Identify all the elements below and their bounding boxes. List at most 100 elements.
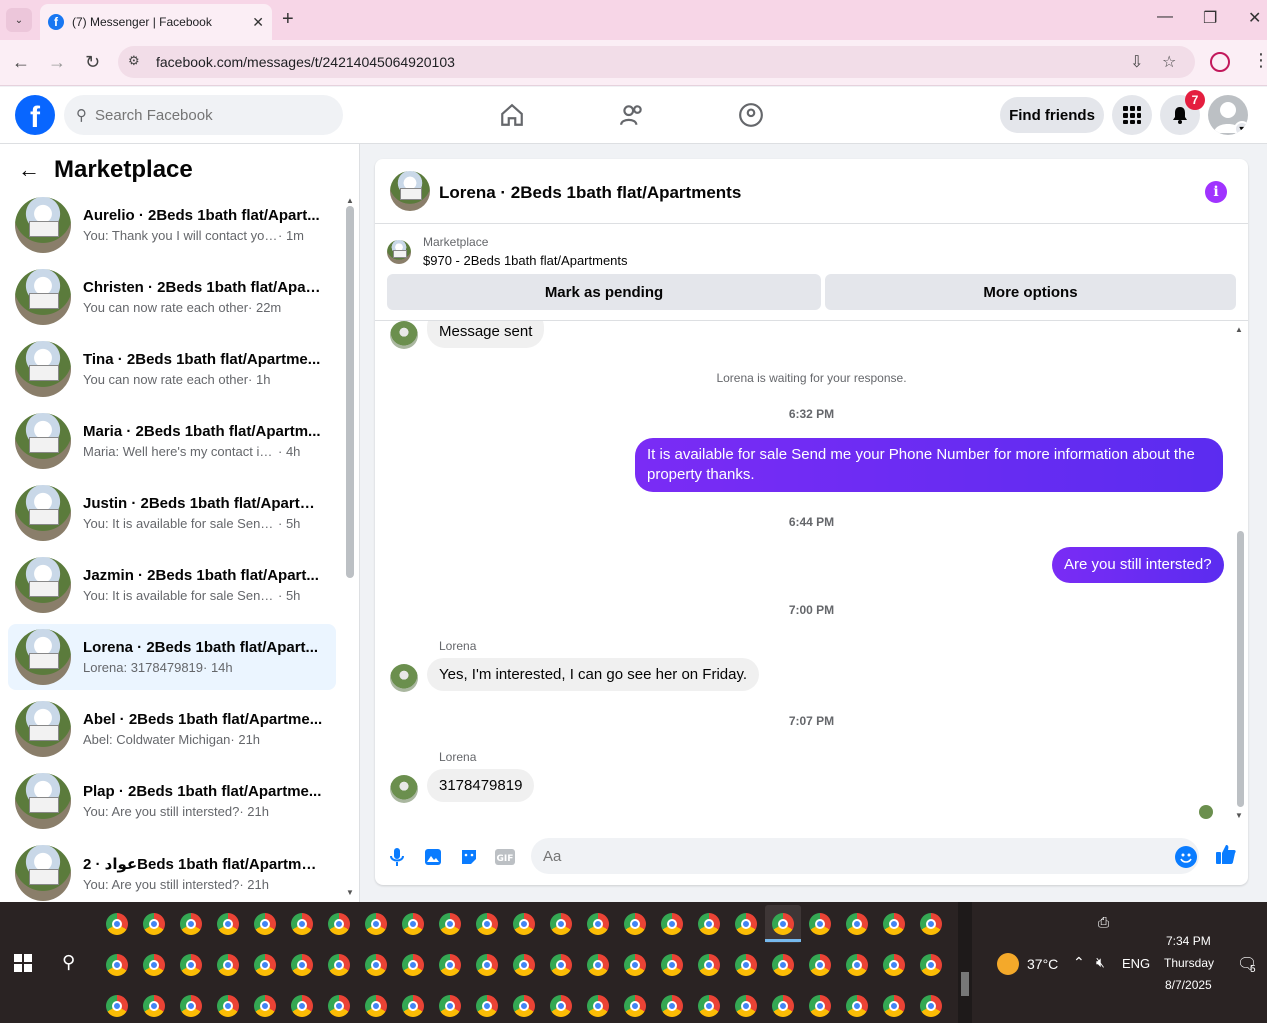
site-info-icon[interactable]: ⚙	[128, 53, 140, 69]
omnibox[interactable]: ⚙ facebook.com/messages/t/24214045064920…	[118, 46, 1195, 78]
info-icon[interactable]: i	[1205, 181, 1227, 203]
conversation-item[interactable]: Plap · 2Beds 1bath flat/Apartme... You: A…	[8, 768, 336, 834]
mark-as-pending-button[interactable]: Mark as pending	[387, 274, 821, 310]
microphone-icon[interactable]	[385, 845, 409, 869]
language-indicator[interactable]: ENG	[1122, 956, 1150, 971]
chrome-window-icon[interactable]	[846, 995, 868, 1017]
find-friends-button[interactable]: Find friends	[1000, 97, 1104, 133]
chrome-window-icon[interactable]	[291, 954, 313, 976]
chrome-window-icon[interactable]	[143, 995, 165, 1017]
chrome-window-icon[interactable]	[587, 995, 609, 1017]
install-app-icon[interactable]: ⇩	[1130, 52, 1143, 72]
gif-icon[interactable]: GIF	[493, 845, 517, 869]
chrome-window-icon[interactable]	[772, 913, 794, 935]
search-input[interactable]	[95, 106, 315, 124]
minimize-button[interactable]: —	[1157, 8, 1173, 26]
chrome-window-icon[interactable]	[439, 995, 461, 1017]
chat-title[interactable]: Lorena · 2Beds 1bath flat/Apartments	[439, 183, 741, 203]
menu-grid-icon[interactable]	[1112, 95, 1152, 135]
chrome-window-icon[interactable]	[365, 954, 387, 976]
tray-expand-icon[interactable]: ⌃	[1073, 954, 1085, 971]
chrome-window-icon[interactable]	[809, 995, 831, 1017]
chrome-window-icon[interactable]	[772, 995, 794, 1017]
chrome-window-icon[interactable]	[846, 954, 868, 976]
groups-icon[interactable]	[737, 101, 765, 129]
scroll-down-icon[interactable]: ▼	[1235, 811, 1243, 820]
chrome-window-icon[interactable]	[698, 913, 720, 935]
back-arrow-icon[interactable]: ←	[18, 157, 40, 183]
chrome-window-icon[interactable]	[106, 913, 128, 935]
browser-menu-icon[interactable]: ⋮	[1252, 50, 1267, 71]
chrome-window-icon[interactable]	[883, 913, 905, 935]
chat-scrollbar[interactable]	[1237, 531, 1244, 807]
taskbar-scrollbar[interactable]	[958, 902, 972, 1023]
chrome-window-icon[interactable]	[365, 913, 387, 935]
chrome-window-icon[interactable]	[846, 913, 868, 935]
new-tab-button[interactable]: +	[282, 8, 294, 31]
conversation-item[interactable]: Aurelio · 2Beds 1bath flat/Apart... You: …	[8, 192, 336, 258]
chrome-window-icon[interactable]	[698, 954, 720, 976]
chrome-window-icon[interactable]	[476, 913, 498, 935]
browser-tab[interactable]: f (7) Messenger | Facebook ✕	[40, 4, 272, 40]
chrome-window-icon[interactable]	[550, 913, 572, 935]
chrome-window-icon[interactable]	[883, 995, 905, 1017]
tab-search-dropdown[interactable]: ⌄	[6, 8, 32, 32]
emoji-icon[interactable]	[1175, 846, 1197, 868]
chrome-window-icon[interactable]	[106, 954, 128, 976]
like-thumbs-up-icon[interactable]	[1215, 843, 1237, 871]
tab-close-icon[interactable]: ✕	[252, 14, 264, 31]
chrome-window-icon[interactable]	[624, 954, 646, 976]
conversation-item[interactable]: Tina · 2Beds 1bath flat/Apartme... You ca…	[8, 336, 336, 402]
close-window-button[interactable]: ✕	[1248, 8, 1261, 28]
chrome-window-icon[interactable]	[587, 913, 609, 935]
facebook-search[interactable]: ⚲	[64, 95, 343, 135]
conversation-item[interactable]: Abel · 2Beds 1bath flat/Apartme... Abel: …	[8, 696, 336, 762]
friends-icon[interactable]	[618, 101, 646, 129]
chrome-window-icon[interactable]	[735, 913, 757, 935]
conversation-item[interactable]: Justin · 2Beds 1bath flat/Apartm... You: …	[8, 480, 336, 546]
chrome-window-icon[interactable]	[735, 995, 757, 1017]
chrome-window-icon[interactable]	[291, 995, 313, 1017]
chrome-window-icon[interactable]	[624, 913, 646, 935]
meet-now-icon[interactable]: ⎙	[1098, 914, 1109, 931]
chrome-window-icon[interactable]	[365, 995, 387, 1017]
chrome-window-icon[interactable]	[476, 995, 498, 1017]
forward-button[interactable]: →	[48, 52, 66, 73]
chrome-window-icon[interactable]	[291, 913, 313, 935]
chrome-window-icon[interactable]	[698, 995, 720, 1017]
message-input[interactable]	[531, 838, 1199, 874]
conversation-item[interactable]: Jazmin · 2Beds 1bath flat/Apart... You: I…	[8, 552, 336, 618]
conversation-item[interactable]: Maria · 2Beds 1bath flat/Apartm... Maria:…	[8, 408, 336, 474]
chrome-window-icon[interactable]	[254, 954, 276, 976]
url-text[interactable]: facebook.com/messages/t/2421404506492010…	[156, 54, 455, 70]
chrome-window-icon[interactable]	[550, 995, 572, 1017]
chrome-window-icon[interactable]	[661, 913, 683, 935]
chrome-window-icon[interactable]	[217, 913, 239, 935]
temperature[interactable]: 37°C	[1027, 956, 1058, 972]
scroll-up-icon[interactable]: ▲	[346, 196, 354, 205]
chrome-window-icon[interactable]	[217, 995, 239, 1017]
chrome-window-icon[interactable]	[624, 995, 646, 1017]
chrome-window-icon[interactable]	[106, 995, 128, 1017]
chrome-window-icon[interactable]	[550, 954, 572, 976]
browser-profile-icon[interactable]	[1210, 52, 1230, 72]
clock-day[interactable]: Thursday	[1164, 956, 1214, 970]
chrome-window-icon[interactable]	[180, 954, 202, 976]
scroll-down-icon[interactable]: ▼	[346, 888, 354, 897]
chrome-window-icon[interactable]	[402, 954, 424, 976]
windows-start-icon[interactable]	[14, 954, 32, 972]
chrome-window-icon[interactable]	[661, 995, 683, 1017]
conversation-item[interactable]: Lorena · 2Beds 1bath flat/Apart... Lorena…	[8, 624, 336, 690]
chat-listing-avatar[interactable]	[390, 171, 430, 211]
photo-icon[interactable]	[421, 845, 445, 869]
chrome-window-icon[interactable]	[217, 954, 239, 976]
scroll-up-icon[interactable]: ▲	[1235, 325, 1243, 334]
chrome-window-icon[interactable]	[402, 995, 424, 1017]
bookmark-star-icon[interactable]: ☆	[1162, 52, 1176, 72]
chrome-window-icon[interactable]	[402, 913, 424, 935]
chrome-window-icon[interactable]	[513, 954, 535, 976]
chrome-window-icon[interactable]	[735, 954, 757, 976]
listing-summary[interactable]: Marketplace $970 - 2Beds 1bath flat/Apar…	[387, 235, 628, 268]
chrome-window-icon[interactable]	[254, 913, 276, 935]
chrome-window-icon[interactable]	[920, 995, 942, 1017]
